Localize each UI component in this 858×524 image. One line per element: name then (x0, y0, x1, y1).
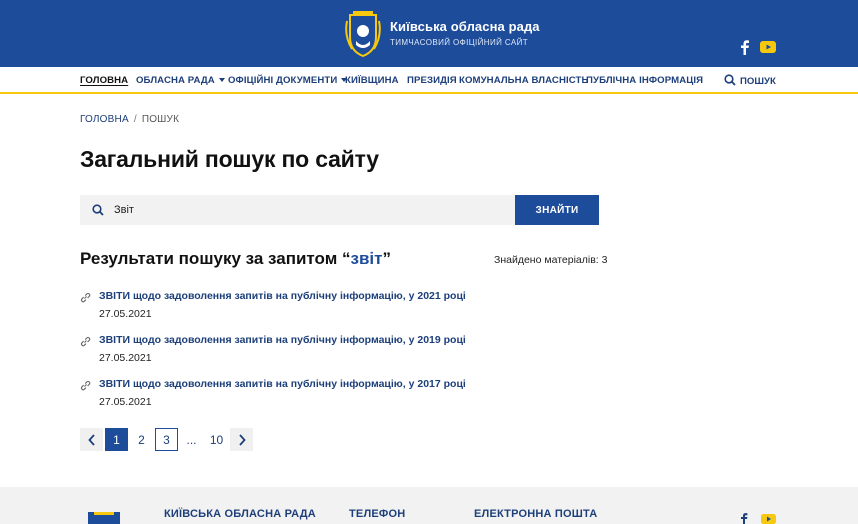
breadcrumb-current: ПОШУК (141, 114, 180, 125)
nav-item-oblast-council[interactable]: ОБЛАСНА РАДА (136, 75, 225, 86)
breadcrumb: ГОЛОВНА / ПОШУК (80, 114, 179, 125)
main-nav: ГОЛОВНА ОБЛАСНА РАДА ОФІЦІЙНІ ДОКУМЕНТИ … (0, 67, 858, 94)
results-heading: Результати пошуку за запитом “звіт” (80, 249, 391, 269)
pagination-page-2[interactable]: 2 (130, 428, 153, 451)
site-header: Київська обласна рада ТИМЧАСОВИЙ ОФІЦІЙН… (0, 0, 858, 67)
youtube-icon[interactable] (761, 514, 776, 524)
link-icon (80, 292, 91, 303)
footer-org-name: КИЇВСЬКА ОБЛАСНА РАДА (164, 508, 316, 520)
breadcrumb-home[interactable]: ГОЛОВНА (80, 114, 129, 125)
link-icon (80, 380, 91, 391)
result-date: 27.05.2021 (99, 396, 152, 408)
nav-item-label: ОФІЦІЙНІ ДОКУМЕНТИ (228, 75, 338, 86)
search-icon (724, 74, 736, 86)
pagination-page-10[interactable]: 10 (205, 428, 228, 451)
result-link[interactable]: ЗВІТИ щодо задоволення запитів на публіч… (99, 378, 466, 390)
facebook-icon[interactable] (738, 39, 752, 55)
search-submit-button[interactable]: ЗНАЙТИ (515, 195, 599, 225)
nav-search-label: ПОШУК (740, 76, 776, 87)
pagination-next-button[interactable] (230, 428, 253, 451)
nav-item-label: ОБЛАСНА РАДА (136, 75, 215, 86)
result-date: 27.05.2021 (99, 352, 152, 364)
pagination-page-1[interactable]: 1 (105, 428, 128, 451)
site-subtitle: ТИМЧАСОВИЙ ОФІЦІЙНИЙ САЙТ (390, 38, 529, 47)
link-icon (80, 336, 91, 347)
found-count: Знайдено матеріалів: 3 (494, 254, 608, 266)
search-field (80, 195, 515, 225)
result-date: 27.05.2021 (99, 308, 152, 320)
footer-phone-label: ТЕЛЕФОН (349, 508, 406, 520)
nav-item-kyivshchyna[interactable]: КИЇВЩИНА (345, 75, 399, 86)
footer-email-label: ЕЛЕКТРОННА ПОШТА (474, 508, 598, 520)
search-icon (92, 204, 104, 216)
chevron-down-icon (218, 78, 225, 82)
result-link[interactable]: ЗВІТИ щодо задоволення запитів на публіч… (99, 334, 466, 346)
nav-item-presidium[interactable]: ПРЕЗИДІЯ (407, 75, 457, 86)
quote-close: ” (382, 249, 391, 268)
youtube-icon[interactable] (760, 41, 776, 53)
results-heading-text: Результати пошуку за запитом (80, 249, 342, 268)
chevron-left-icon (87, 433, 95, 446)
facebook-icon[interactable] (738, 512, 750, 524)
quote-open: “ (342, 249, 351, 268)
nav-search-button[interactable]: ПОШУК (724, 74, 776, 87)
results-query: звіт (350, 249, 383, 268)
coat-of-arms-logo (88, 512, 120, 524)
breadcrumb-separator: / (133, 114, 137, 125)
nav-item-communal-property[interactable]: КОМУНАЛЬНА ВЛАСНІСТЬ (459, 75, 588, 86)
coat-of-arms-logo[interactable] (344, 11, 382, 57)
nav-item-public-information[interactable]: ПУБЛІЧНА ІНФОРМАЦІЯ (586, 75, 703, 86)
pagination-prev-button[interactable] (80, 428, 103, 451)
nav-item-home[interactable]: ГОЛОВНА (80, 75, 128, 86)
pagination-ellipsis: ... (186, 432, 197, 447)
pagination-page-3[interactable]: 3 (155, 428, 178, 451)
site-title[interactable]: Київська обласна рада (390, 19, 540, 34)
page-title: Загальний пошук по сайту (80, 146, 379, 172)
nav-item-official-documents[interactable]: ОФІЦІЙНІ ДОКУМЕНТИ (228, 75, 348, 86)
site-footer (0, 487, 858, 524)
chevron-right-icon (238, 433, 246, 446)
search-input[interactable] (114, 195, 509, 225)
result-link[interactable]: ЗВІТИ щодо задоволення запитів на публіч… (99, 290, 466, 302)
